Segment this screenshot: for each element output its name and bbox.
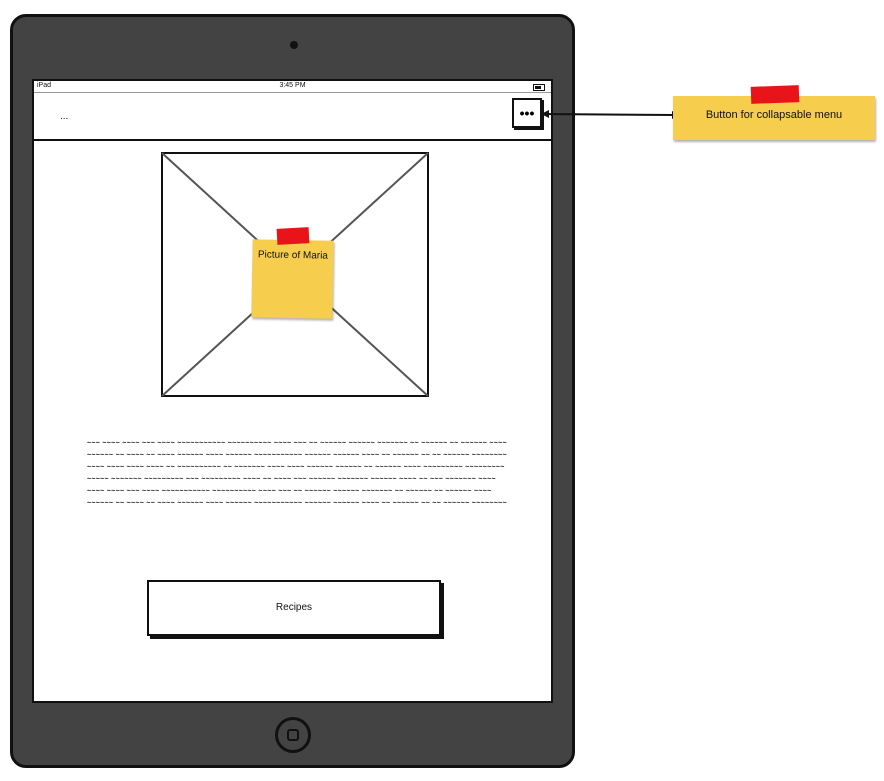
tape-menu-note xyxy=(750,85,800,104)
